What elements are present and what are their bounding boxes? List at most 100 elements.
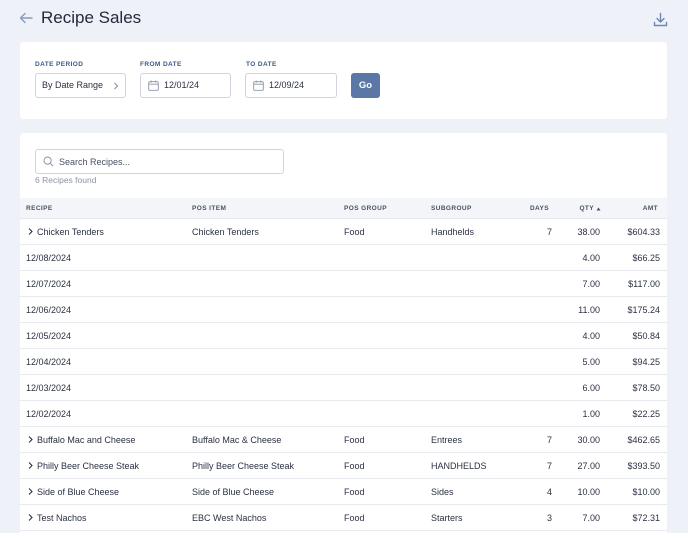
column-header-qty[interactable]: QTY [570, 205, 594, 212]
sale-date: 12/07/2024 [26, 279, 72, 289]
amt: $462.65 [627, 435, 660, 445]
qty: 4.00 [582, 253, 600, 263]
days: 7 [546, 227, 552, 237]
column-header-pos-item[interactable]: POS ITEM [192, 205, 226, 212]
table-row[interactable]: Philly Beer Cheese Steak Philly Beer Chee… [20, 453, 667, 479]
qty: 30.00 [577, 435, 600, 445]
pos-group: Food [344, 513, 365, 523]
amt: $604.33 [627, 227, 660, 237]
subgroup: Sides [431, 487, 454, 497]
pos-item: Side of Blue Cheese [192, 487, 275, 497]
column-header-pos-group[interactable]: POS GROUP [344, 205, 387, 212]
table-row[interactable]: Buffalo Mac and Cheese Buffalo Mac & Chee… [20, 427, 667, 453]
column-header-recipe[interactable]: RECIPE [26, 205, 53, 212]
to-date-value: 12/09/24 [269, 80, 305, 90]
search-input[interactable] [59, 153, 279, 170]
column-header-days[interactable]: DAYS [520, 205, 549, 212]
qty: 1.00 [582, 409, 600, 419]
qty: 4.00 [582, 331, 600, 341]
date-period-value: By Date Range [42, 80, 104, 90]
days: 7 [546, 435, 552, 445]
subgroup: Entrees [431, 435, 463, 445]
date-subrow: 12/02/2024 1.00 $22.25 [20, 401, 667, 427]
table-row[interactable]: Chicken Tenders Chicken Tenders Food Handhe… [20, 219, 667, 245]
pos-item: Buffalo Mac & Cheese [192, 435, 282, 445]
amt: $66.25 [632, 253, 660, 263]
recipes-table-panel: 6 Recipes found RECIPE POS ITEM POS GROU… [20, 133, 667, 533]
expand-chevron-icon[interactable] [27, 227, 34, 236]
pos-group: Food [344, 227, 365, 237]
amt: $117.00 [628, 279, 660, 289]
expand-chevron-icon[interactable] [27, 513, 34, 522]
go-button[interactable]: Go [351, 73, 380, 98]
expand-chevron-icon[interactable] [27, 435, 34, 444]
to-date-field[interactable]: 12/09/24 [245, 73, 337, 98]
amt: $22.25 [632, 409, 660, 419]
qty: 11.00 [578, 305, 600, 315]
pos-item: Philly Beer Cheese Steak [192, 461, 295, 471]
from-date-label: FROM DATE [140, 61, 182, 68]
calendar-icon [253, 80, 264, 91]
amt: $72.31 [632, 513, 660, 523]
subgroup: Handhelds [431, 227, 475, 237]
date-period-select[interactable]: By Date Range [35, 73, 126, 98]
recipe-name: Buffalo Mac and Cheese [37, 435, 136, 445]
search-icon [43, 156, 54, 167]
from-date-field[interactable]: 12/01/24 [140, 73, 231, 98]
page-header: Recipe Sales [0, 0, 688, 42]
pos-item: EBC West Nachos [192, 513, 267, 523]
table-header: RECIPE POS ITEM POS GROUP SUBGROUP DAYS … [20, 198, 667, 219]
subgroup: HANDHELDS [431, 461, 487, 471]
page-title: Recipe Sales [41, 8, 142, 27]
qty: 27.00 [577, 461, 600, 471]
date-subrow: 12/06/2024 11.00 $175.24 [20, 297, 667, 323]
sale-date: 12/06/2024 [26, 305, 72, 315]
sale-date: 12/02/2024 [26, 409, 72, 419]
date-subrow: 12/04/2024 5.00 $94.25 [20, 349, 667, 375]
pos-group: Food [344, 461, 365, 471]
pos-group: Food [344, 487, 365, 497]
sale-date: 12/08/2024 [26, 253, 72, 263]
sale-date: 12/05/2024 [26, 331, 72, 341]
date-subrow: 12/08/2024 4.00 $66.25 [20, 245, 667, 271]
subgroup: Starters [431, 513, 463, 523]
amt: $78.50 [632, 383, 660, 393]
amt: $175.24 [627, 305, 660, 315]
days: 3 [546, 513, 552, 523]
filter-panel: DATE PERIOD By Date Range FROM DATE 12/0… [20, 42, 667, 119]
date-subrow: 12/03/2024 6.00 $78.50 [20, 375, 667, 401]
recipe-name: Side of Blue Cheese [37, 487, 120, 497]
pos-item: Chicken Tenders [192, 227, 259, 237]
sale-date: 12/04/2024 [26, 357, 72, 367]
search-box[interactable] [35, 149, 284, 174]
date-period-label: DATE PERIOD [35, 61, 84, 68]
qty: 6.00 [582, 383, 600, 393]
calendar-icon [148, 80, 159, 91]
date-subrow: 12/07/2024 7.00 $117.00 [20, 271, 667, 297]
sort-ascending-icon [596, 207, 601, 211]
column-header-subgroup[interactable]: SUBGROUP [431, 205, 472, 212]
chevron-right-icon [114, 82, 119, 90]
recipe-name: Philly Beer Cheese Steak [37, 461, 140, 471]
sale-date: 12/03/2024 [26, 383, 72, 393]
table-row[interactable]: Test Nachos EBC West Nachos Food Starters 3 7… [20, 505, 667, 531]
amt: $94.25 [632, 357, 660, 367]
table-row[interactable]: Side of Blue Cheese Side of Blue Cheese Fo… [20, 479, 667, 505]
to-date-label: TO DATE [246, 61, 277, 68]
column-header-amt[interactable]: AMT [610, 205, 658, 212]
recipe-name: Chicken Tenders [37, 227, 104, 237]
amt: $10.00 [632, 487, 660, 497]
expand-chevron-icon[interactable] [27, 487, 34, 496]
amt: $393.50 [627, 461, 660, 471]
recipe-name: Test Nachos [37, 513, 87, 523]
pos-group: Food [344, 435, 365, 445]
days: 4 [546, 487, 552, 497]
qty-header-label: QTY [579, 205, 594, 212]
download-icon[interactable] [652, 11, 669, 28]
back-arrow-icon[interactable] [18, 10, 34, 26]
date-subrow: 12/05/2024 4.00 $50.84 [20, 323, 667, 349]
results-count: 6 Recipes found [35, 175, 97, 185]
qty: 10.00 [577, 487, 600, 497]
from-date-value: 12/01/24 [164, 80, 200, 90]
expand-chevron-icon[interactable] [27, 461, 34, 470]
